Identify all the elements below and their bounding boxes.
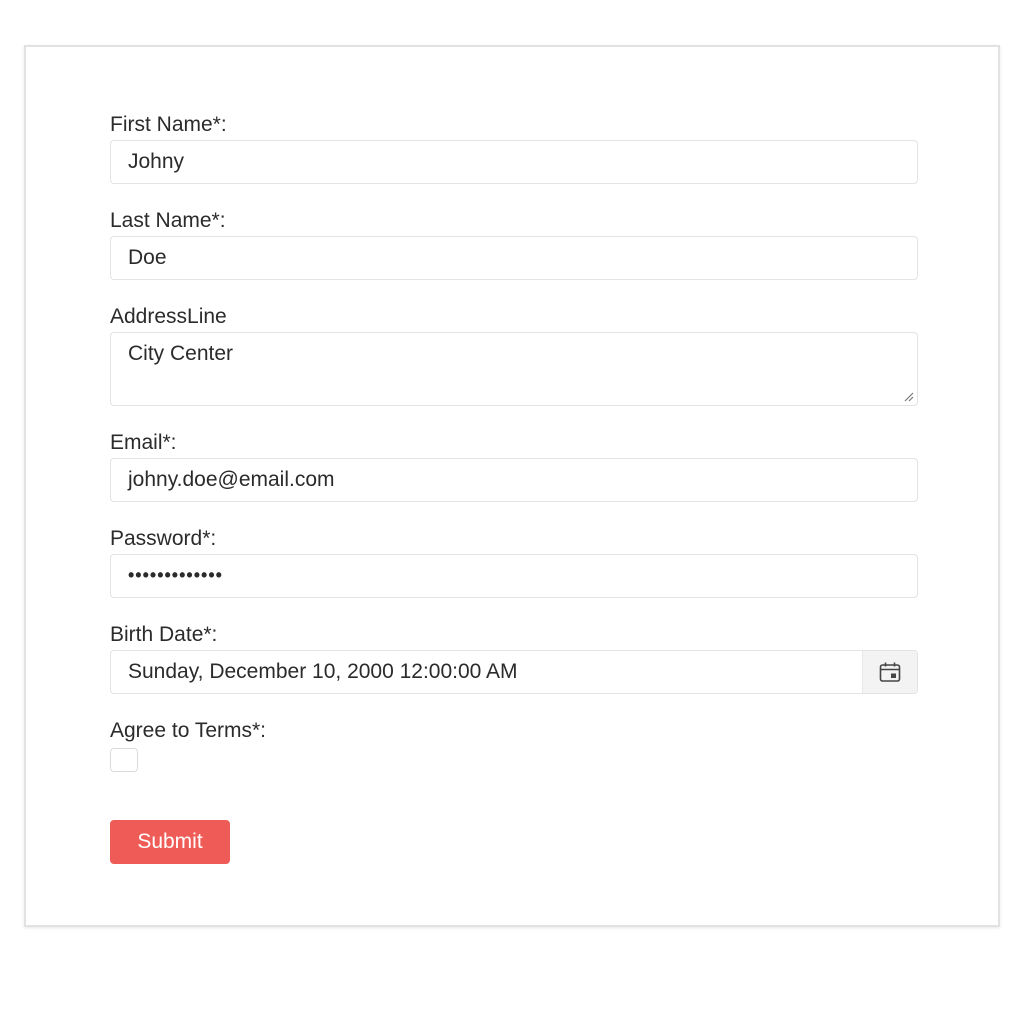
birth-date-label: Birth Date*:: [110, 623, 218, 646]
address-line-label: AddressLine: [110, 305, 227, 328]
birth-date-value: Sunday, December 10, 2000 12:00:00 AM: [128, 660, 518, 683]
submit-button[interactable]: Submit: [110, 820, 230, 864]
first-name-input[interactable]: Johny: [110, 140, 918, 184]
calendar-icon: [879, 662, 901, 682]
email-field: Email*: johny.doe@email.com: [110, 431, 918, 502]
address-line-value: City Center: [128, 342, 234, 365]
first-name-label: First Name*:: [110, 113, 227, 136]
address-line-field: AddressLine City Center: [110, 305, 918, 406]
password-input[interactable]: •••••••••••••: [110, 554, 918, 598]
last-name-field: Last Name*: Doe: [110, 209, 918, 280]
form-card: First Name*: Johny Last Name*: Doe Addre…: [24, 45, 1000, 927]
resize-handle-icon[interactable]: [902, 390, 914, 402]
calendar-button[interactable]: [862, 651, 917, 693]
birth-date-field: Birth Date*: Sunday, December 10, 2000 1…: [110, 623, 918, 694]
agree-terms-checkbox[interactable]: [110, 748, 138, 772]
last-name-input[interactable]: Doe: [110, 236, 918, 280]
email-input[interactable]: johny.doe@email.com: [110, 458, 918, 502]
email-label: Email*:: [110, 431, 177, 454]
password-label: Password*:: [110, 527, 217, 550]
agree-terms-field: Agree to Terms*:: [110, 719, 918, 772]
birth-date-input[interactable]: Sunday, December 10, 2000 12:00:00 AM: [110, 650, 918, 694]
agree-terms-label: Agree to Terms*:: [110, 719, 267, 742]
address-line-textarea[interactable]: City Center: [110, 332, 918, 406]
first-name-field: First Name*: Johny: [110, 113, 918, 184]
last-name-label: Last Name*:: [110, 209, 226, 232]
password-field: Password*: •••••••••••••: [110, 527, 918, 598]
